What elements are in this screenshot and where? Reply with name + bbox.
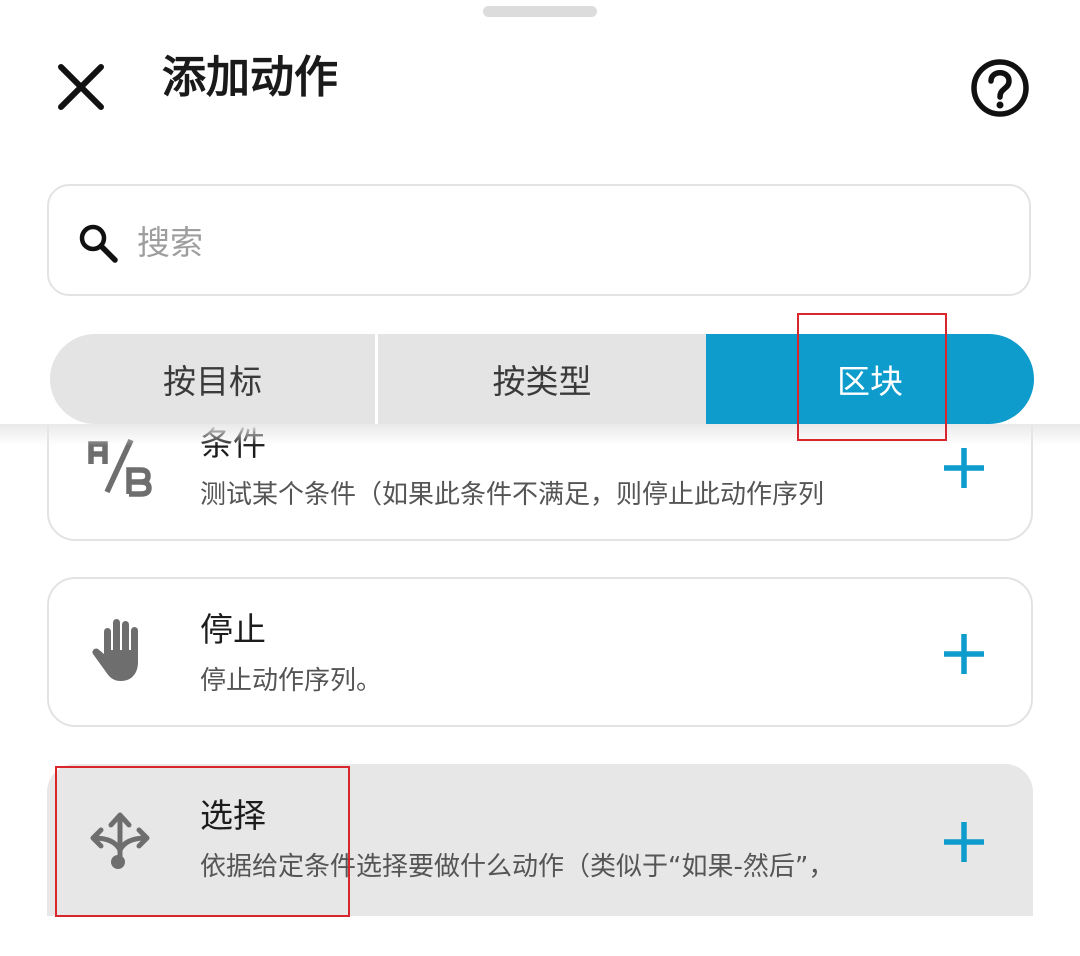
split-arrows-icon xyxy=(90,812,150,869)
plus-icon[interactable] xyxy=(941,819,987,865)
add-action-sheet: 添加动作 条件 测试某个条件（如果此条件不满足，则停止此动作序列 xyxy=(0,0,1080,956)
card-title: 选择 xyxy=(200,796,266,835)
close-icon xyxy=(58,64,104,110)
plus-icon[interactable] xyxy=(941,631,987,677)
search-box[interactable] xyxy=(47,184,1031,296)
card-description: 停止动作序列。 xyxy=(200,666,383,696)
action-card-choose[interactable]: 选择 依据给定条件选择要做什么动作（类似于“如果-然后”， xyxy=(47,764,1033,916)
tab-blocks[interactable]: 区块 xyxy=(706,334,1034,424)
segmented-tabs: 按目标 按类型 区块 xyxy=(50,334,1034,424)
search-input[interactable] xyxy=(135,212,999,272)
card-description: 测试某个条件（如果此条件不满足，则停止此动作序列 xyxy=(200,480,825,510)
close-button[interactable] xyxy=(52,58,110,116)
help-circle-icon xyxy=(971,59,1029,117)
plus-icon[interactable] xyxy=(941,445,987,491)
scroll-shadow xyxy=(0,424,1080,446)
search-icon xyxy=(79,224,118,263)
card-title: 停止 xyxy=(200,610,266,649)
drag-handle[interactable] xyxy=(483,6,597,17)
help-button[interactable] xyxy=(968,56,1032,120)
tab-by-target[interactable]: 按目标 xyxy=(50,334,375,424)
card-description: 依据给定条件选择要做什么动作（类似于“如果-然后”， xyxy=(200,852,835,882)
hand-stop-icon xyxy=(92,619,138,681)
dialog-title: 添加动作 xyxy=(162,52,338,103)
action-card-stop[interactable]: 停止 停止动作序列。 xyxy=(47,577,1033,727)
tab-by-type[interactable]: 按类型 xyxy=(375,334,706,424)
